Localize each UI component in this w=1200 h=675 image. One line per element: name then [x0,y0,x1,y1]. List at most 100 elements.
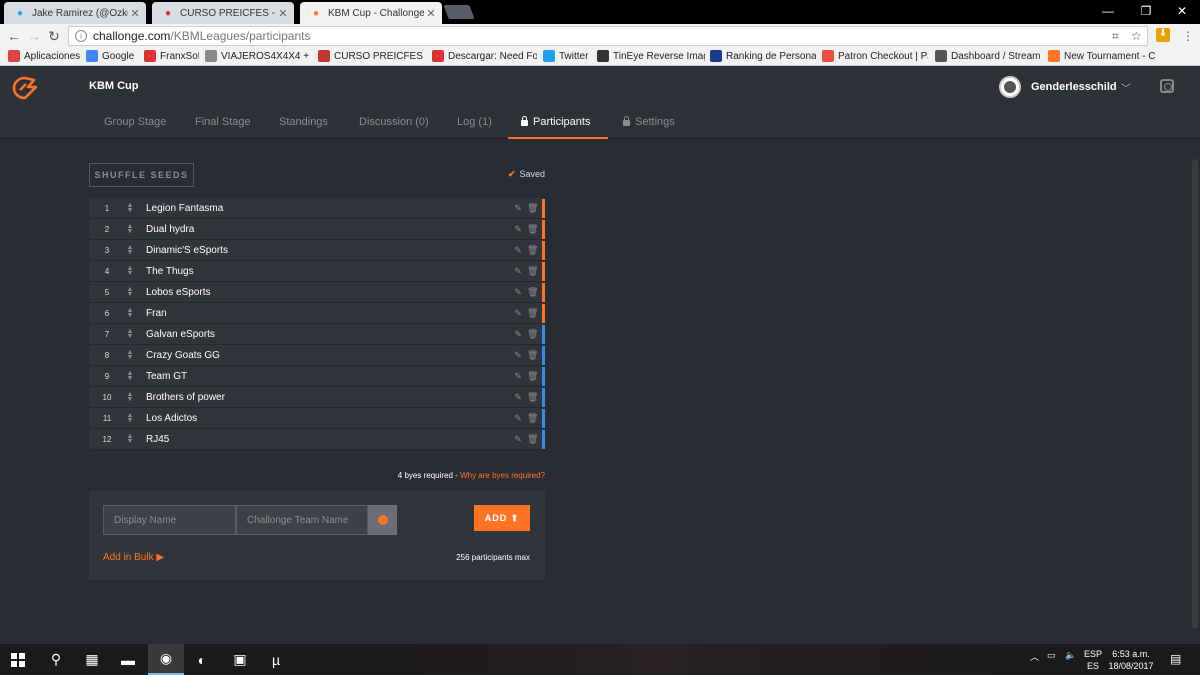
participant-row[interactable]: 12 ▲ ▼ RJ45 ✎ 🗑 [89,429,545,450]
tab-participants[interactable]: Participants [521,116,590,128]
minimize-icon[interactable]: — [1090,0,1126,22]
browser-tab[interactable]: ● CURSO PREICFES - Preic✕ [152,2,294,24]
translate-icon[interactable]: ⌗ [1112,29,1119,44]
trash-icon[interactable]: 🗑 [527,245,538,255]
trash-icon[interactable]: 🗑 [527,308,538,318]
browser-tab[interactable]: ● Jake Ramirez (@Ozkovo✕ [4,2,146,24]
trash-icon[interactable]: 🗑 [527,203,538,213]
drag-handle-icon[interactable]: ▲ ▼ [125,412,135,424]
tab-final-stage[interactable]: Final Stage [195,116,251,128]
trash-icon[interactable]: 🗑 [527,329,538,339]
participant-row[interactable]: 6 ▲ ▼ Fran ✎ 🗑 [89,303,545,324]
participant-row[interactable]: 4 ▲ ▼ The Thugs ✎ 🗑 [89,261,545,282]
reload-icon[interactable]: ↻ [46,28,62,44]
menu-icon[interactable]: ⋮ [1182,29,1194,43]
system-clock[interactable]: 6:53 a.m. 18/08/2017 [1106,648,1156,672]
bookmark-item[interactable]: Descargar: Need For [432,50,537,62]
browser-tab[interactable]: ● KBM Cup - Challonge ✕ [300,2,442,24]
bookmark-item[interactable]: Aplicaciones [8,50,80,62]
trash-icon[interactable]: 🗑 [527,371,538,381]
back-icon[interactable]: ← [6,28,22,44]
bookmark-item[interactable]: Dashboard / Streamla [935,50,1041,62]
search-icon[interactable]: ⚲ [38,644,74,675]
utorrent-icon[interactable]: µ [258,644,294,675]
display-name-input[interactable] [103,505,236,535]
participant-row[interactable]: 1 ▲ ▼ Legion Fantasma ✎ 🗑 [89,198,545,219]
trash-icon[interactable]: 🗑 [527,392,538,402]
file-explorer-icon[interactable]: ▬ [110,644,146,675]
bookmark-item[interactable]: FranxSoft [144,50,199,62]
edit-pencil-icon[interactable]: ✎ [513,434,523,444]
new-tab-button[interactable] [443,5,475,19]
tab-settings[interactable]: Settings [623,116,675,128]
volume-icon[interactable]: 🔈 [1065,650,1076,661]
add-participant-button[interactable]: ADD ⬆ [474,505,530,531]
challonge-lookup-button[interactable] [368,505,397,535]
participant-row[interactable]: 10 ▲ ▼ Brothers of power ✎ 🗑 [89,387,545,408]
edit-pencil-icon[interactable]: ✎ [513,287,523,297]
notification-center-icon[interactable]: ▤ [1170,652,1181,666]
language-indicator[interactable]: ESP ES [1084,648,1102,672]
drag-handle-icon[interactable]: ▲ ▼ [125,328,135,340]
bookmark-star-icon[interactable]: ☆ [1131,29,1142,43]
info-icon[interactable]: i [75,30,87,42]
participant-row[interactable]: 5 ▲ ▼ Lobos eSports ✎ 🗑 [89,282,545,303]
drag-handle-icon[interactable]: ▲ ▼ [125,433,135,445]
bookmark-item[interactable]: Patron Checkout | Pa [822,50,928,62]
trash-icon[interactable]: 🗑 [527,266,538,276]
tab-standings[interactable]: Standings [279,116,328,128]
drag-handle-icon[interactable]: ▲ ▼ [125,286,135,298]
drag-handle-icon[interactable]: ▲ ▼ [125,370,135,382]
tab-log-1[interactable]: Log (1) [457,116,492,128]
tab-group-stage[interactable]: Group Stage [104,116,166,128]
restore-icon[interactable]: ❐ [1128,0,1164,22]
close-tab-icon[interactable]: ✕ [128,7,142,20]
drag-handle-icon[interactable]: ▲ ▼ [125,349,135,361]
edit-pencil-icon[interactable]: ✎ [513,203,523,213]
chrome-icon[interactable]: ◉ [148,644,184,675]
participant-row[interactable]: 8 ▲ ▼ Crazy Goats GG ✎ 🗑 [89,345,545,366]
drag-handle-icon[interactable]: ▲ ▼ [125,244,135,256]
edit-pencil-icon[interactable]: ✎ [513,371,523,381]
game-app-icon[interactable]: ▣ [222,644,258,675]
edit-pencil-icon[interactable]: ✎ [513,392,523,402]
start-button[interactable] [0,644,36,675]
chevron-up-icon[interactable]: ︿ [1030,650,1039,663]
chevron-down-icon[interactable]: ﹀ [1121,80,1131,95]
avatar[interactable] [999,76,1021,98]
participant-row[interactable]: 11 ▲ ▼ Los Adictos ✎ 🗑 [89,408,545,429]
trash-icon[interactable]: 🗑 [527,224,538,234]
store-icon[interactable]: ▦ [74,644,110,675]
trash-icon[interactable]: 🗑 [527,413,538,423]
gear-icon[interactable] [1160,79,1174,93]
trash-icon[interactable]: 🗑 [527,287,538,297]
forward-icon[interactable]: → [26,28,42,44]
challonge-team-name-input[interactable] [236,505,368,535]
bookmark-item[interactable]: Ranking de Personaje [710,50,816,62]
drag-handle-icon[interactable]: ▲ ▼ [125,307,135,319]
edit-pencil-icon[interactable]: ✎ [513,413,523,423]
network-icon[interactable]: ▭ [1047,650,1056,661]
participant-row[interactable]: 7 ▲ ▼ Galvan eSports ✎ 🗑 [89,324,545,345]
tab-discussion-0[interactable]: Discussion (0) [359,116,429,128]
close-tab-icon[interactable]: ✕ [276,7,290,20]
challonge-logo-icon[interactable] [12,76,38,100]
bookmark-item[interactable]: CURSO PREICFES - Pr [318,50,426,62]
username[interactable]: Genderlesschild [1031,81,1117,93]
edit-pencil-icon[interactable]: ✎ [513,308,523,318]
bookmark-item[interactable]: New Tournament - C [1048,50,1158,62]
drag-handle-icon[interactable]: ▲ ▼ [125,202,135,214]
participant-row[interactable]: 9 ▲ ▼ Team GT ✎ 🗑 [89,366,545,387]
edit-pencil-icon[interactable]: ✎ [513,350,523,360]
tournament-name[interactable]: KBM Cup [89,80,139,92]
address-bar[interactable]: i challonge.com/KBMLeagues/participants [68,26,1148,46]
shuffle-seeds-button[interactable]: SHUFFLE SEEDS [89,163,194,187]
scrollbar-thumb[interactable] [1192,159,1198,629]
drag-handle-icon[interactable]: ▲ ▼ [125,223,135,235]
extension-download-icon[interactable]: ⬇ [1156,28,1170,42]
edit-pencil-icon[interactable]: ✎ [513,245,523,255]
steam-icon[interactable]: ◐ [184,644,220,675]
why-byes-link[interactable]: Why are byes required? [460,471,545,480]
bookmark-item[interactable]: TinEye Reverse Image [597,50,705,62]
add-in-bulk-link[interactable]: Add in Bulk ▶ [103,552,164,563]
